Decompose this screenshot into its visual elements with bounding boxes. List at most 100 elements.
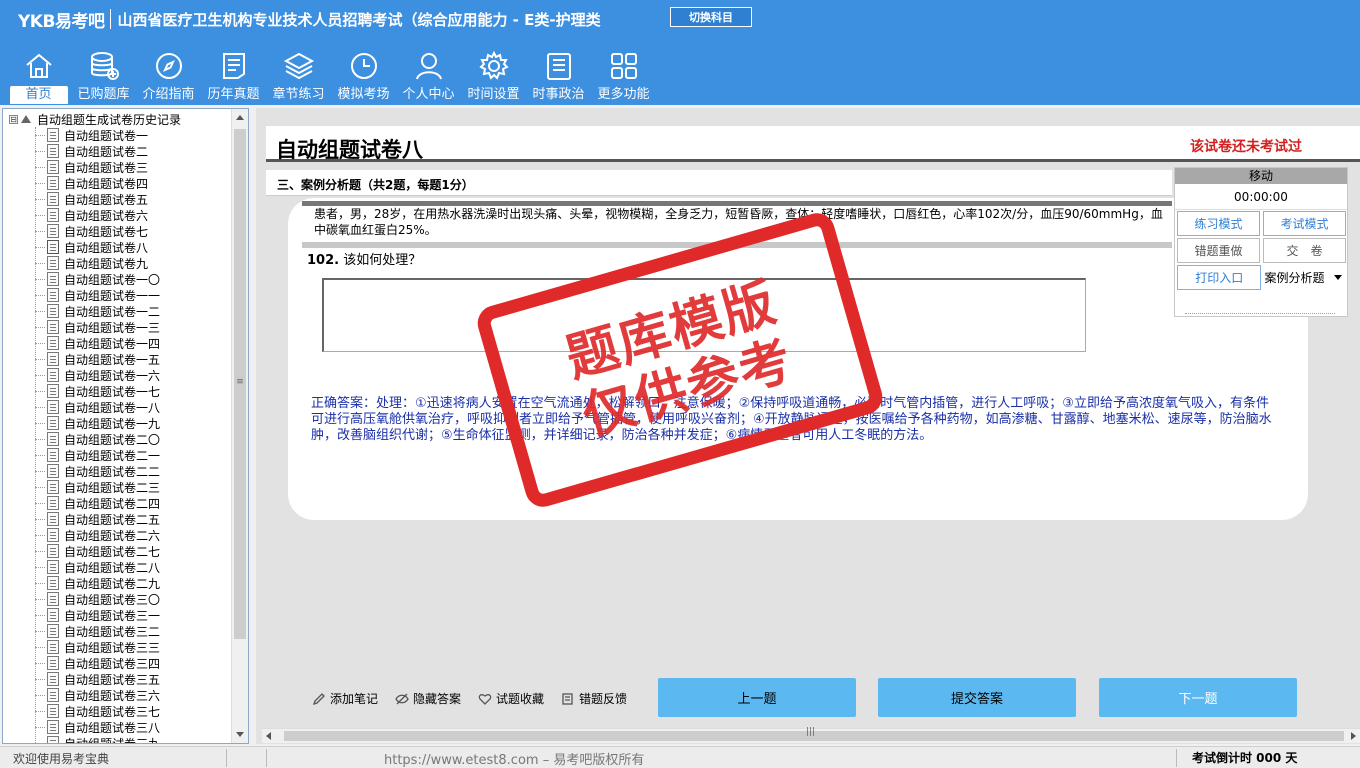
scroll-down-icon[interactable]	[236, 732, 244, 737]
scroll-right-icon[interactable]	[1351, 732, 1356, 740]
tree-item[interactable]: 自动组题试卷三二	[35, 623, 160, 639]
submit-answer-button[interactable]: 提交答案	[878, 678, 1076, 717]
prev-question-button[interactable]: 上一题	[658, 678, 856, 717]
tree-item[interactable]: 自动组题试卷三六	[35, 687, 160, 703]
question-type-select[interactable]: 案例分析题	[1263, 265, 1346, 290]
tree-item[interactable]: 自动组题试卷三七	[35, 703, 160, 719]
tree-item[interactable]: 自动组题试卷二	[35, 143, 160, 159]
tree-item[interactable]: 自动组题试卷三三	[35, 639, 160, 655]
tree-item[interactable]: 自动组题试卷二七	[35, 543, 160, 559]
tree-item[interactable]: 自动组题试卷二三	[35, 479, 160, 495]
main-nav: 首页 已购题库 介绍指南 历年真题 章节练习 模拟考场 个人中心 时间设置 时事…	[6, 46, 656, 104]
switch-subject-button[interactable]: 切换科目	[670, 7, 752, 27]
tree-item[interactable]: 自动组题试卷二九	[35, 575, 160, 591]
tree-branch	[35, 374, 45, 376]
tree-item[interactable]: 自动组题试卷四	[35, 175, 160, 191]
nav-item-mock-exam[interactable]: 模拟考场	[331, 46, 396, 104]
tree-item[interactable]: 自动组题试卷一八	[35, 399, 160, 415]
tree-item[interactable]: 自动组题试卷一七	[35, 383, 160, 399]
next-question-button[interactable]: 下一题	[1099, 678, 1297, 717]
document-icon	[47, 688, 59, 702]
tree-branch	[35, 326, 45, 328]
tree-item[interactable]: 自动组题试卷一一	[35, 287, 160, 303]
tree-item[interactable]: 自动组题试卷一四	[35, 335, 160, 351]
tree-item-label: 自动组题试卷九	[64, 256, 149, 271]
tree-item[interactable]: 自动组题试卷二二	[35, 463, 160, 479]
scroll-up-icon[interactable]	[236, 115, 244, 120]
tree-item[interactable]: 自动组题试卷三八	[35, 719, 160, 735]
tree-item-label: 自动组题试卷二〇	[64, 432, 161, 447]
nav-item-home[interactable]: 首页	[6, 46, 71, 104]
tree-item[interactable]: 自动组题试卷六	[35, 207, 160, 223]
tree-item[interactable]: 自动组题试卷二一	[35, 447, 160, 463]
document-icon	[47, 336, 59, 350]
exam-mode-button[interactable]: 考试模式	[1263, 211, 1346, 236]
tree-item-label: 自动组题试卷三九	[64, 736, 161, 744]
tree-item[interactable]: 自动组题试卷一〇	[35, 271, 160, 287]
collapse-icon[interactable]: ⊟	[9, 114, 18, 124]
document-icon	[47, 576, 59, 590]
tree-item[interactable]: 自动组题试卷三一	[35, 607, 160, 623]
tree-item-label: 自动组题试卷四	[64, 176, 149, 191]
tree-item-label: 自动组题试卷二六	[64, 528, 161, 543]
tree-branch	[35, 342, 45, 344]
tree-item[interactable]: 自动组题试卷二〇	[35, 431, 160, 447]
favorite-label: 试题收藏	[496, 692, 545, 706]
feedback-button[interactable]: 错题反馈	[561, 690, 627, 707]
tree-item[interactable]: 自动组题试卷二六	[35, 527, 160, 543]
tree-item[interactable]: 自动组题试卷二八	[35, 559, 160, 575]
document-icon	[47, 352, 59, 366]
tree-scrollbar[interactable]: ≡	[231, 109, 248, 743]
redo-wrong-button[interactable]: 错题重做	[1177, 238, 1260, 263]
document-icon	[47, 128, 59, 142]
answer-input[interactable]	[322, 278, 1086, 352]
tree-item[interactable]: 自动组题试卷一五	[35, 351, 160, 367]
tree-item[interactable]: 自动组题试卷三〇	[35, 591, 160, 607]
tree-item[interactable]: 自动组题试卷三四	[35, 655, 160, 671]
tree-item-label: 自动组题试卷二九	[64, 576, 161, 591]
tree-branch	[35, 566, 45, 568]
document-icon	[47, 464, 59, 478]
nav-item-guide[interactable]: 介绍指南	[136, 46, 201, 104]
tree-branch	[35, 214, 45, 216]
nav-item-time-settings[interactable]: 时间设置	[461, 46, 526, 104]
app-logo: YKB易考吧	[18, 11, 105, 32]
tree-item[interactable]: 自动组题试卷三九	[35, 735, 161, 744]
panel-drag-handle[interactable]: 移动	[1175, 168, 1347, 184]
add-note-button[interactable]: 添加笔记	[312, 690, 378, 707]
tree-item[interactable]: 自动组题试卷八	[35, 239, 160, 255]
tree-branch	[35, 166, 45, 168]
main-h-scrollbar[interactable]: |||	[262, 727, 1360, 743]
submit-paper-button[interactable]: 交 卷	[1263, 238, 1346, 263]
tree-item[interactable]: 自动组题试卷一六	[35, 367, 160, 383]
question-type-value: 案例分析题	[1264, 271, 1325, 285]
tree-item[interactable]: 自动组题试卷三五	[35, 671, 160, 687]
tree-root[interactable]: ⊟ 自动组题生成试卷历史记录	[9, 111, 181, 127]
nav-item-current-affairs[interactable]: 时事政治	[526, 46, 591, 104]
nav-item-more[interactable]: 更多功能	[591, 46, 656, 104]
tree-item[interactable]: 自动组题试卷九	[35, 255, 160, 271]
tree-item[interactable]: 自动组题试卷三	[35, 159, 160, 175]
tree-item[interactable]: 自动组题试卷五	[35, 191, 160, 207]
favorite-button[interactable]: 试题收藏	[478, 690, 544, 707]
nav-label: 时事政治	[532, 87, 585, 102]
nav-item-purchased[interactable]: 已购题库	[71, 46, 136, 104]
tree-item[interactable]: 自动组题试卷二四	[35, 495, 160, 511]
nav-item-past-exams[interactable]: 历年真题	[201, 46, 266, 104]
tree-item-label: 自动组题试卷三	[64, 160, 149, 175]
nav-item-profile[interactable]: 个人中心	[396, 46, 461, 104]
database-icon	[90, 52, 119, 80]
tree-root-label: 自动组题生成试卷历史记录	[37, 112, 182, 127]
tree-item[interactable]: 自动组题试卷一三	[35, 319, 160, 335]
tree-item[interactable]: 自动组题试卷一九	[35, 415, 160, 431]
tree-branch	[35, 518, 45, 520]
practice-mode-button[interactable]: 练习模式	[1177, 211, 1260, 236]
tree-item[interactable]: 自动组题试卷二五	[35, 511, 160, 527]
scroll-left-icon[interactable]	[266, 732, 271, 740]
nav-item-chapter-practice[interactable]: 章节练习	[266, 46, 331, 104]
tree-item[interactable]: 自动组题试卷七	[35, 223, 160, 239]
hide-answer-button[interactable]: 隐藏答案	[395, 690, 461, 707]
tree-item[interactable]: 自动组题试卷一二	[35, 303, 160, 319]
print-button[interactable]: 打印入口	[1177, 265, 1262, 290]
tree-item[interactable]: 自动组题试卷一	[35, 127, 160, 143]
